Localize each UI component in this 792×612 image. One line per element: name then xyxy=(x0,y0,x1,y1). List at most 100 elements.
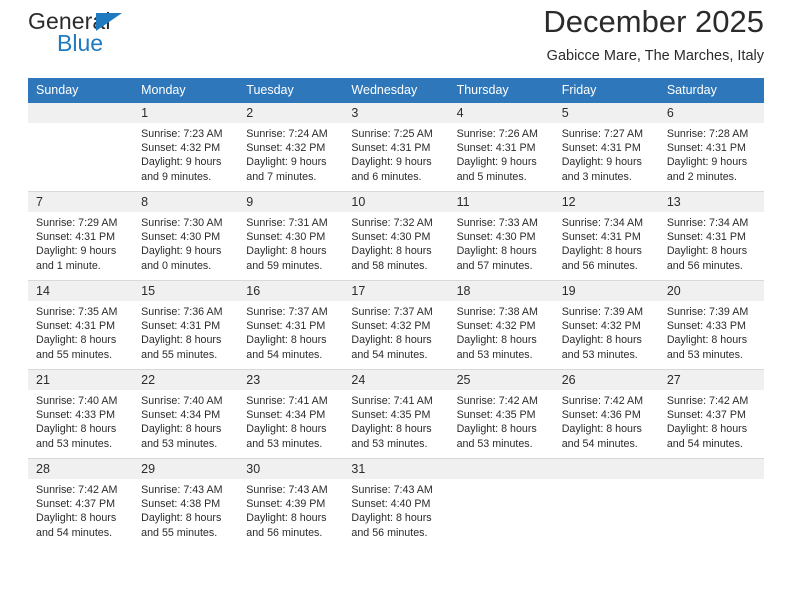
day-cell-15[interactable]: 15 Sunrise: 7:36 AM Sunset: 4:31 PM Dayligh… xyxy=(133,280,239,370)
day-cell-16[interactable]: 16 Sunrise: 7:37 AM Sunset: 4:31 PM Dayligh… xyxy=(238,280,344,370)
day-info-line: and 9 minutes. xyxy=(141,170,212,183)
day-info-line: Daylight: 8 hours xyxy=(561,423,642,436)
day-number: 13 xyxy=(658,192,764,212)
day-info-line: Sunset: 4:34 PM xyxy=(246,409,326,422)
day-cell-17[interactable]: 17 Sunrise: 7:37 AM Sunset: 4:32 PM Dayligh… xyxy=(343,280,449,370)
day-info-line: Daylight: 8 hours xyxy=(36,334,117,347)
day-cell-content: 22 Sunrise: 7:40 AM Sunset: 4:34 PM Dayligh… xyxy=(133,370,239,458)
day-info-line: Sunset: 4:31 PM xyxy=(666,231,746,244)
day-sun-info: Sunrise: 7:40 AM Sunset: 4:34 PM Daylight:… xyxy=(133,390,238,451)
day-cell-content: 12 Sunrise: 7:34 AM Sunset: 4:31 PM Dayligh… xyxy=(553,192,659,280)
day-info-line: Sunrise: 7:24 AM xyxy=(246,128,328,140)
day-info-line: Daylight: 8 hours xyxy=(246,334,327,347)
day-info-line: Daylight: 8 hours xyxy=(141,334,222,347)
day-info-line: Daylight: 8 hours xyxy=(351,512,432,525)
day-cell-8[interactable]: 8 Sunrise: 7:30 AM Sunset: 4:30 PM Daylight… xyxy=(133,191,239,281)
day-cell-21[interactable]: 21 Sunrise: 7:40 AM Sunset: 4:33 PM Dayligh… xyxy=(28,369,134,459)
day-info-line: Daylight: 8 hours xyxy=(351,334,432,347)
day-sun-info: Sunrise: 7:26 AM Sunset: 4:31 PM Daylight:… xyxy=(449,123,554,184)
day-cell-3[interactable]: 3 Sunrise: 7:25 AM Sunset: 4:31 PM Daylight… xyxy=(343,103,449,192)
day-number: 19 xyxy=(553,281,659,301)
day-cell-11[interactable]: 11 Sunrise: 7:33 AM Sunset: 4:30 PM Dayligh… xyxy=(448,191,554,281)
day-cell-content: 3 Sunrise: 7:25 AM Sunset: 4:31 PM Daylight… xyxy=(343,103,449,191)
day-sun-info: Sunrise: 7:39 AM Sunset: 4:32 PM Daylight:… xyxy=(554,301,659,362)
day-sun-info: Sunrise: 7:27 AM Sunset: 4:31 PM Daylight:… xyxy=(554,123,659,184)
day-number: 25 xyxy=(448,370,554,390)
day-info-line: and 53 minutes. xyxy=(36,437,113,450)
day-cell-27[interactable]: 27 Sunrise: 7:42 AM Sunset: 4:37 PM Dayligh… xyxy=(658,369,764,459)
day-cell-content: 4 Sunrise: 7:26 AM Sunset: 4:31 PM Daylight… xyxy=(448,103,554,191)
day-sun-info: Sunrise: 7:40 AM Sunset: 4:33 PM Daylight:… xyxy=(28,390,133,451)
day-info-line: Sunset: 4:30 PM xyxy=(351,231,431,244)
day-info-line: and 54 minutes. xyxy=(351,348,428,361)
day-number: 24 xyxy=(343,370,449,390)
day-cell-14[interactable]: 14 Sunrise: 7:35 AM Sunset: 4:31 PM Dayligh… xyxy=(28,280,134,370)
day-info-line: and 55 minutes. xyxy=(141,348,218,361)
day-cell-20[interactable]: 20 Sunrise: 7:39 AM Sunset: 4:33 PM Dayligh… xyxy=(658,280,764,370)
day-cell-2[interactable]: 2 Sunrise: 7:24 AM Sunset: 4:32 PM Daylight… xyxy=(238,103,344,192)
day-cell-19[interactable]: 19 Sunrise: 7:39 AM Sunset: 4:32 PM Dayligh… xyxy=(553,280,659,370)
day-cell-31[interactable]: 31 Sunrise: 7:43 AM Sunset: 4:40 PM Dayligh… xyxy=(343,458,449,547)
day-info-line: Sunrise: 7:27 AM xyxy=(561,128,644,140)
day-cell-1[interactable]: 1 Sunrise: 7:23 AM Sunset: 4:32 PM Daylight… xyxy=(133,103,239,192)
day-info-line: and 56 minutes. xyxy=(666,259,743,272)
weekday-header-saturday: Saturday xyxy=(658,78,764,103)
calendar-week-row: 21 Sunrise: 7:40 AM Sunset: 4:33 PM Dayligh… xyxy=(28,369,764,459)
page-subtitle: Gabicce Mare, The Marches, Italy xyxy=(546,48,764,64)
day-cell-18[interactable]: 18 Sunrise: 7:38 AM Sunset: 4:32 PM Dayligh… xyxy=(448,280,554,370)
day-cell-28[interactable]: 28 Sunrise: 7:42 AM Sunset: 4:37 PM Dayligh… xyxy=(28,458,134,547)
day-info-line: Sunset: 4:31 PM xyxy=(36,231,116,244)
day-cell-10[interactable]: 10 Sunrise: 7:32 AM Sunset: 4:30 PM Dayligh… xyxy=(343,191,449,281)
day-cell-empty xyxy=(658,458,764,547)
day-number: 21 xyxy=(28,370,134,390)
day-sun-info: Sunrise: 7:42 AM Sunset: 4:35 PM Daylight:… xyxy=(449,390,554,451)
day-cell-6[interactable]: 6 Sunrise: 7:28 AM Sunset: 4:31 PM Daylight… xyxy=(658,103,764,192)
day-number xyxy=(553,459,659,479)
day-cell-12[interactable]: 12 Sunrise: 7:34 AM Sunset: 4:31 PM Dayligh… xyxy=(553,191,659,281)
day-cell-22[interactable]: 22 Sunrise: 7:40 AM Sunset: 4:34 PM Dayligh… xyxy=(133,369,239,459)
day-cell-5[interactable]: 5 Sunrise: 7:27 AM Sunset: 4:31 PM Daylight… xyxy=(553,103,659,192)
day-info-line: Sunrise: 7:43 AM xyxy=(351,484,433,496)
day-cell-26[interactable]: 26 Sunrise: 7:42 AM Sunset: 4:36 PM Dayligh… xyxy=(553,369,659,459)
day-info-line: and 5 minutes. xyxy=(456,170,527,183)
day-sun-info: Sunrise: 7:37 AM Sunset: 4:31 PM Daylight:… xyxy=(238,301,343,362)
day-info-line: and 53 minutes. xyxy=(561,348,638,361)
day-number: 22 xyxy=(133,370,239,390)
day-number: 30 xyxy=(238,459,344,479)
day-info-line: Sunrise: 7:31 AM xyxy=(246,217,328,229)
day-sun-info: Sunrise: 7:23 AM Sunset: 4:32 PM Daylight:… xyxy=(133,123,238,184)
day-cell-13[interactable]: 13 Sunrise: 7:34 AM Sunset: 4:31 PM Dayligh… xyxy=(658,191,764,281)
day-cell-24[interactable]: 24 Sunrise: 7:41 AM Sunset: 4:35 PM Dayligh… xyxy=(343,369,449,459)
day-cell-content xyxy=(448,459,554,547)
day-info-line: Sunset: 4:34 PM xyxy=(141,409,221,422)
day-number: 26 xyxy=(553,370,659,390)
day-cell-9[interactable]: 9 Sunrise: 7:31 AM Sunset: 4:30 PM Daylight… xyxy=(238,191,344,281)
general-blue-logo[interactable]: General Blue xyxy=(28,8,228,60)
day-cell-4[interactable]: 4 Sunrise: 7:26 AM Sunset: 4:31 PM Daylight… xyxy=(448,103,554,192)
day-cell-7[interactable]: 7 Sunrise: 7:29 AM Sunset: 4:31 PM Daylight… xyxy=(28,191,134,281)
day-number: 11 xyxy=(448,192,554,212)
day-info-line: Daylight: 8 hours xyxy=(666,334,748,347)
day-info-line: Sunset: 4:31 PM xyxy=(246,320,326,333)
day-info-line: Daylight: 8 hours xyxy=(666,423,748,436)
day-info-line: and 56 minutes. xyxy=(351,526,428,539)
day-sun-info: Sunrise: 7:28 AM Sunset: 4:31 PM Daylight:… xyxy=(659,123,764,184)
day-info-line: Daylight: 8 hours xyxy=(246,423,327,436)
day-sun-info: Sunrise: 7:24 AM Sunset: 4:32 PM Daylight:… xyxy=(238,123,343,184)
day-cell-content: 30 Sunrise: 7:43 AM Sunset: 4:39 PM Dayligh… xyxy=(238,459,344,547)
day-info-line: and 54 minutes. xyxy=(36,526,113,539)
day-cell-23[interactable]: 23 Sunrise: 7:41 AM Sunset: 4:34 PM Dayligh… xyxy=(238,369,344,459)
day-cell-29[interactable]: 29 Sunrise: 7:43 AM Sunset: 4:38 PM Dayligh… xyxy=(133,458,239,547)
day-info-line: and 6 minutes. xyxy=(351,170,422,183)
day-sun-info: Sunrise: 7:41 AM Sunset: 4:34 PM Daylight:… xyxy=(238,390,343,451)
day-info-line: Sunset: 4:37 PM xyxy=(36,498,116,511)
day-cell-30[interactable]: 30 Sunrise: 7:43 AM Sunset: 4:39 PM Dayligh… xyxy=(238,458,344,547)
day-info-line: Daylight: 8 hours xyxy=(36,512,117,525)
day-info-line: and 56 minutes. xyxy=(246,526,323,539)
day-sun-info: Sunrise: 7:34 AM Sunset: 4:31 PM Daylight:… xyxy=(659,212,764,273)
calendar-week-row: 1 Sunrise: 7:23 AM Sunset: 4:32 PM Daylight… xyxy=(28,103,764,192)
day-info-line: and 53 minutes. xyxy=(666,348,743,361)
day-info-line: and 57 minutes. xyxy=(456,259,533,272)
day-info-line: Daylight: 8 hours xyxy=(351,245,432,258)
day-cell-25[interactable]: 25 Sunrise: 7:42 AM Sunset: 4:35 PM Dayligh… xyxy=(448,369,554,459)
